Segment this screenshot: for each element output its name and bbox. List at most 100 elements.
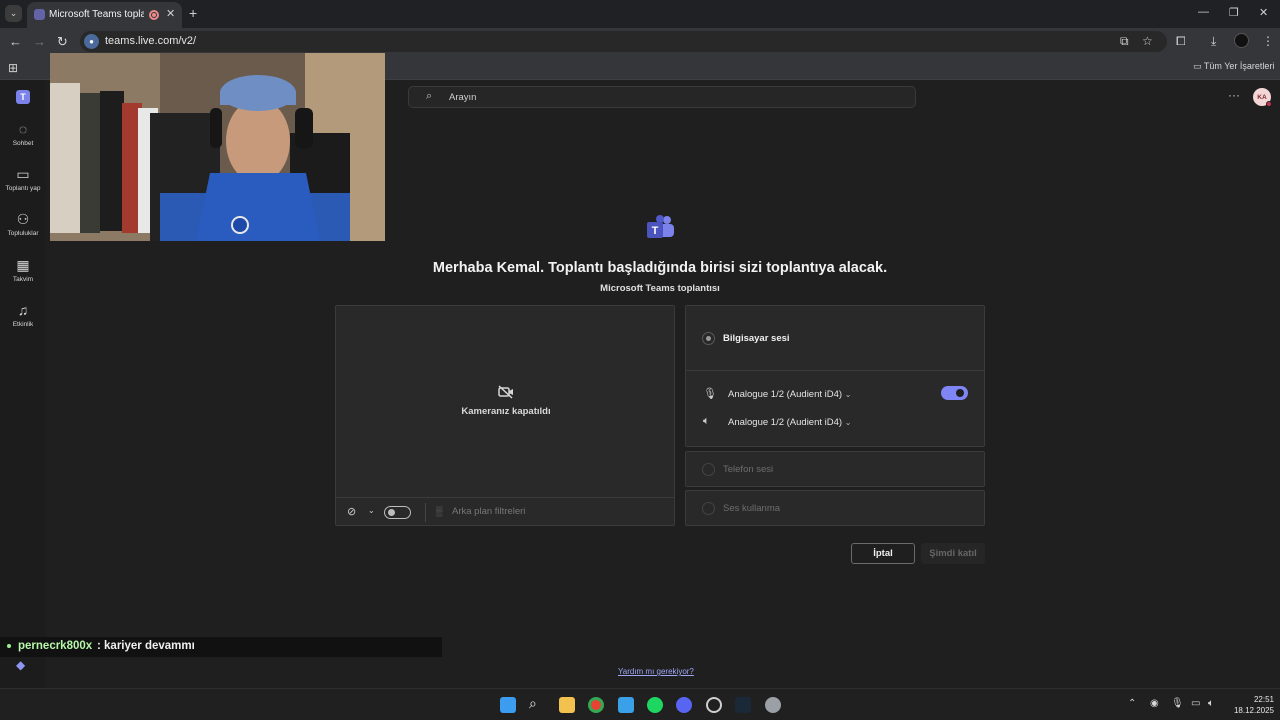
restore-icon[interactable]: ❐ — [1229, 6, 1239, 19]
extensions-icon[interactable]: ⧠ — [1176, 34, 1186, 49]
back-icon[interactable]: ← — [9, 34, 22, 49]
chevron-down-icon[interactable]: ⌄ — [368, 506, 375, 515]
reload-icon[interactable]: ↻ — [57, 34, 68, 50]
rail-item-meet[interactable]: ▭ Toplantı yap — [0, 166, 46, 192]
tab-search-button[interactable]: ⌄ — [5, 5, 22, 22]
background-filters-button[interactable]: Arka plan filtreleri — [452, 506, 525, 517]
rail-item-chat[interactable]: ◌ Sohbet — [0, 121, 46, 147]
teams-favicon-icon — [34, 9, 45, 20]
cancel-button[interactable]: İptal — [851, 543, 915, 564]
no-audio-label: Ses kullanma — [723, 503, 781, 514]
search-placeholder: Arayın — [449, 92, 477, 103]
url-text: teams.live.com/v2/ — [105, 35, 197, 47]
camera-toggle[interactable] — [384, 506, 411, 519]
clock-date: 18.12.2025 — [1233, 706, 1274, 715]
clock[interactable]: 22:51 18.12.2025 — [1228, 694, 1274, 716]
communities-icon: ⚇ — [16, 211, 30, 227]
chat-message: : kariyer devammı — [97, 640, 195, 652]
obs-icon[interactable] — [706, 697, 722, 713]
bell-icon: ♫ — [17, 302, 29, 318]
recording-indicator-icon — [149, 10, 159, 20]
no-audio-option[interactable]: Ses kullanma — [685, 490, 985, 526]
microphone-tray-icon[interactable]: 🎙︎ — [1171, 698, 1184, 709]
rail-item-label: Etkinlik — [12, 321, 34, 328]
app-rail: T ◌ Sohbet ▭ Toplantı yap ⚇ Topluluklar … — [0, 80, 46, 688]
window-close-icon[interactable]: ✕ — [1259, 6, 1268, 19]
discord-tray-icon[interactable]: ◉ — [1150, 698, 1159, 709]
page-title: Merhaba Kemal. Toplantı başladığında bir… — [432, 260, 888, 276]
speaker-icon: 🔈︎ — [703, 415, 710, 427]
browser-tab[interactable]: Microsoft Teams toplantısı | ✕ — [27, 2, 182, 28]
forward-icon[interactable]: → — [33, 34, 46, 49]
chevron-up-icon[interactable]: ⌃ — [1128, 698, 1136, 709]
profile-avatar[interactable] — [1234, 33, 1249, 48]
all-bookmarks-label: Tüm Yer İşaretleri — [1203, 61, 1275, 71]
rail-item-calendar[interactable]: ▦ Takvim — [0, 257, 46, 283]
background-filter-icon: ▒ — [436, 506, 443, 516]
search-input[interactable]: ⌕ Arayın — [408, 86, 916, 108]
new-tab-button[interactable]: + — [189, 5, 197, 21]
rail-item-activity[interactable]: ♫ Etkinlik — [0, 302, 46, 328]
computer-audio-radio[interactable] — [702, 332, 715, 345]
phone-audio-option[interactable]: Telefon sesi — [685, 451, 985, 487]
no-audio-radio[interactable] — [702, 502, 715, 515]
microphone-select[interactable]: Analogue 1/2 (Audient iD4) ⌄ — [728, 389, 851, 400]
video-preview-panel: Kameranız kapatıldı ⊘ ⌄ ▒ Arka plan filt… — [335, 305, 675, 526]
bookmark-star-icon[interactable]: ☆ — [1142, 34, 1153, 48]
teams-logo-icon[interactable]: T — [16, 90, 30, 104]
rail-item-label: Sohbet — [12, 140, 34, 147]
stream-chat-overlay: pernecrk800x : kariyer devammı — [0, 637, 442, 657]
rail-item-label: Topluluklar — [7, 230, 39, 237]
chat-username: pernecrk800x — [18, 640, 93, 652]
chevron-down-icon: ⌄ — [844, 418, 852, 427]
browser-toolbar: ← → ↻ ● teams.live.com/v2/ ⧉ ☆ ⧠ ⤓ ⋮ — [0, 28, 1280, 55]
search-icon[interactable]: ⌕ — [529, 695, 545, 711]
toggle-knob — [388, 509, 395, 516]
steam-icon[interactable] — [735, 697, 751, 713]
tab-close-icon[interactable]: ✕ — [166, 7, 175, 20]
svg-text:T: T — [652, 225, 659, 237]
phone-audio-radio[interactable] — [702, 463, 715, 476]
meeting-title: Microsoft Teams toplantısı — [600, 283, 720, 294]
start-icon[interactable] — [500, 697, 516, 713]
photos-icon[interactable] — [618, 697, 634, 713]
camera-off-icon[interactable]: ⊘ — [347, 505, 356, 518]
presence-status-badge — [1266, 101, 1272, 107]
install-app-icon[interactable]: ⧉ — [1120, 34, 1129, 49]
join-now-button[interactable]: Şimdi katıl — [921, 543, 985, 564]
network-icon[interactable]: ▭ — [1191, 698, 1200, 709]
apps-grid-icon[interactable]: ⊞ — [8, 61, 18, 75]
clock-time: 22:51 — [1253, 695, 1274, 704]
file-explorer-icon[interactable] — [559, 697, 575, 713]
all-bookmarks-folder[interactable]: ▭ Tüm Yer İşaretleri — [1193, 61, 1274, 72]
mic-permission-icon[interactable]: ● — [84, 34, 99, 49]
browser-menu-icon[interactable]: ⋮ — [1262, 34, 1274, 48]
calendar-icon: ▦ — [16, 257, 30, 273]
help-link[interactable]: Yardım mı gerekiyor? — [618, 667, 694, 676]
camera-off-label: Kameranız kapatıldı — [461, 406, 551, 417]
downloads-icon[interactable]: ⤓ — [1211, 34, 1216, 49]
video-off-icon — [498, 385, 513, 399]
volume-icon[interactable]: 🔈︎ — [1208, 698, 1214, 709]
spotify-icon[interactable] — [647, 697, 663, 713]
computer-audio-option[interactable]: Bilgisayar sesi 🎙︎ Analogue 1/2 (Audient… — [685, 305, 985, 447]
chrome-icon[interactable] — [588, 697, 604, 713]
settings-gear-icon[interactable] — [765, 697, 781, 713]
address-bar[interactable]: ● teams.live.com/v2/ — [80, 31, 1167, 52]
video-camera-icon: ▭ — [16, 166, 30, 182]
speaker-select[interactable]: Analogue 1/2 (Audient iD4) ⌄ — [728, 417, 851, 428]
discord-icon[interactable] — [676, 697, 692, 713]
divider — [425, 503, 426, 522]
more-options-icon[interactable]: ··· — [1228, 88, 1240, 102]
webcam-overlay-image — [50, 53, 385, 241]
browser-tab-strip: ⌄ Microsoft Teams toplantısı | ✕ + — ❐ ✕ — [0, 0, 1280, 28]
rail-item-label: Toplantı yap — [5, 185, 41, 192]
speaker-device-label: Analogue 1/2 (Audient iD4) — [728, 417, 843, 428]
microphone-toggle[interactable] — [941, 386, 968, 400]
teams-logo-icon: T — [647, 215, 674, 238]
windows-taskbar: ⌕ ⌃ ◉ 🎙︎ ▭ 🔈︎ 22:51 18.12.2025 — [0, 688, 1280, 720]
minimize-icon[interactable]: — — [1198, 6, 1209, 18]
phone-audio-label: Telefon sesi — [723, 464, 774, 475]
gem-icon: ◆ — [16, 658, 26, 672]
rail-item-communities[interactable]: ⚇ Topluluklar — [0, 211, 46, 237]
